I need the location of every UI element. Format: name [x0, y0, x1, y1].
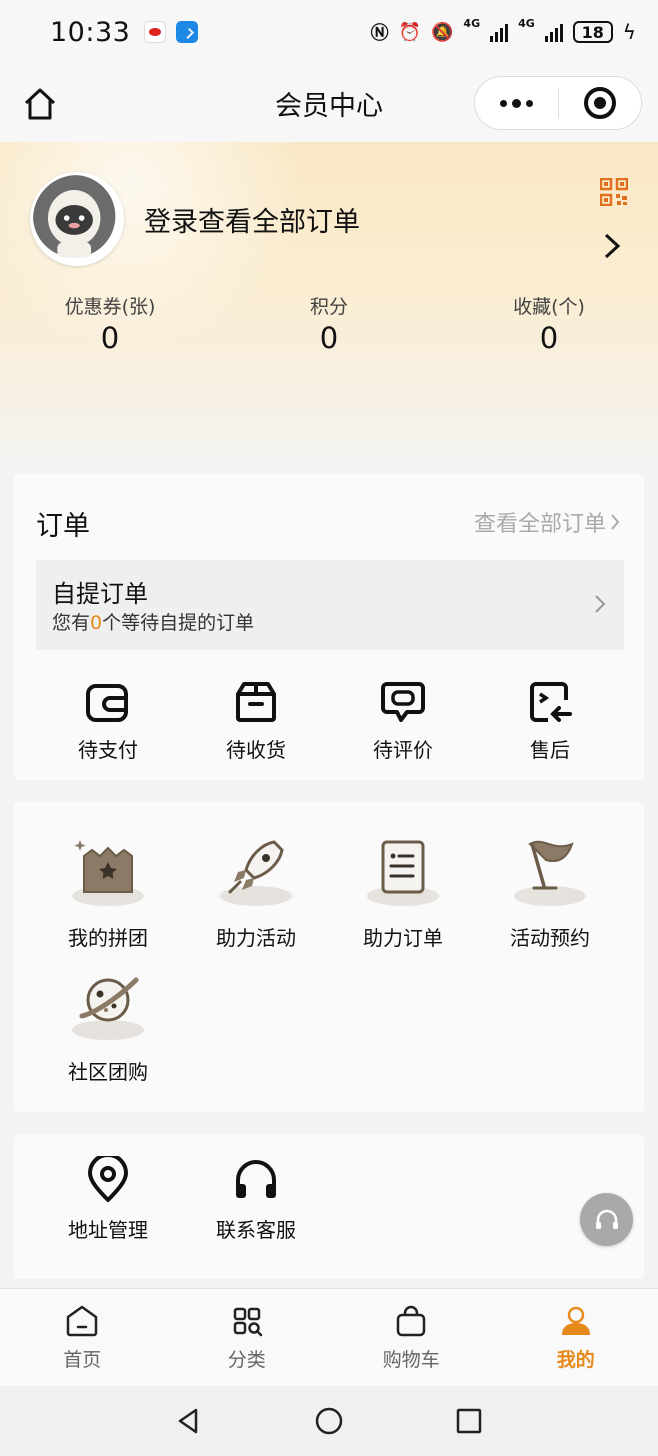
nfc-icon: Ⓝ [370, 23, 389, 44]
stat-coupons[interactable]: 优惠券(张) 0 [10, 292, 210, 355]
tab-cart[interactable]: 购物车 [329, 1289, 494, 1386]
planet-icon [72, 977, 144, 1040]
order-status-row: 待支付 待收货 待评价 售后 [14, 678, 644, 768]
huawei-app-icon [144, 21, 167, 43]
network-type-label-2: 4G [518, 17, 535, 30]
charging-icon: ϟ [622, 20, 636, 44]
rocket-icon [220, 840, 292, 906]
category-icon [233, 1307, 262, 1337]
orders-card: 订单 查看全部订单 自提订单 您有0个等待自提的订单 待支付 待收货 待评价 售… [14, 474, 644, 780]
back-icon[interactable] [174, 1406, 204, 1436]
view-all-orders-link[interactable]: 查看全部订单 [474, 506, 620, 538]
pickup-title: 自提订单 [52, 580, 148, 608]
headset-icon [236, 1160, 276, 1198]
chevron-right-icon[interactable] [602, 232, 622, 260]
page-title: 会员中心 [275, 90, 383, 122]
stat-points[interactable]: 积分 0 [229, 292, 429, 355]
stat-favorites[interactable]: 收藏(个) 0 [449, 292, 649, 355]
community-group-buy-button[interactable]: 社区团购 [38, 968, 178, 1085]
flag-icon [514, 840, 586, 906]
avatar[interactable] [30, 172, 124, 266]
signal-icon-2 [544, 22, 563, 42]
tab-mine[interactable]: 我的 [494, 1289, 658, 1386]
boost-order-button[interactable]: 助力订单 [333, 834, 473, 951]
login-prompt[interactable]: 登录查看全部订单 [144, 200, 360, 239]
pickup-count: 0 [90, 612, 103, 634]
app-notification-icon [176, 21, 199, 43]
system-nav-bar [0, 1386, 658, 1456]
home-circle-icon[interactable] [314, 1406, 344, 1436]
pickup-subtitle: 您有0个等待自提的订单 [52, 612, 255, 634]
after-sales-button[interactable]: 售后 [480, 678, 620, 763]
network-type-label: 4G [463, 17, 481, 30]
battery-indicator: 18 [572, 21, 613, 43]
wallet-icon [86, 684, 128, 722]
member-header: 登录查看全部订单 优惠券(张) 0 积分 0 收藏(个) 0 [0, 142, 658, 472]
contact-support-button[interactable]: 联系客服 [186, 1156, 326, 1243]
close-miniprogram-button[interactable] [559, 77, 642, 129]
address-management-button[interactable]: 地址管理 [38, 1156, 178, 1243]
location-icon [88, 1156, 128, 1202]
cart-icon [397, 1305, 426, 1337]
chevron-right-icon [595, 595, 606, 613]
chevron-right-icon [611, 514, 620, 530]
home-icon [67, 1305, 98, 1337]
more-menu-button[interactable] [475, 77, 558, 129]
member-center-page: 10:33 Ⓝ ⏰ 🔕 4G 4G 18 ϟ 会员中心 登录查看全部订单 优惠券… [0, 0, 658, 1456]
status-bar: 10:33 Ⓝ ⏰ 🔕 4G 4G 18 ϟ [0, 0, 658, 64]
recents-icon[interactable] [454, 1406, 484, 1436]
pending-payment-button[interactable]: 待支付 [38, 678, 178, 763]
tab-category[interactable]: 分类 [165, 1289, 330, 1386]
tab-home[interactable]: 首页 [0, 1289, 165, 1386]
box-icon [236, 682, 276, 722]
floating-support-button[interactable] [580, 1193, 633, 1246]
headset-icon [595, 1209, 618, 1229]
my-group-buy-button[interactable]: 我的拼团 [38, 834, 178, 951]
orders-title: 订单 [36, 511, 90, 542]
pending-receipt-button[interactable]: 待收货 [186, 678, 326, 763]
pending-review-button[interactable]: 待评价 [333, 678, 473, 763]
user-icon [561, 1306, 590, 1335]
mute-icon: 🔕 [431, 21, 454, 43]
miniprogram-capsule [474, 76, 642, 130]
status-time: 10:33 [50, 16, 131, 48]
pickup-orders-row[interactable]: 自提订单 您有0个等待自提的订单 [36, 560, 624, 650]
home-nav-icon[interactable] [22, 86, 58, 122]
activity-reservation-button[interactable]: 活动预约 [480, 834, 620, 951]
alarm-icon: ⏰ [398, 21, 421, 43]
group-buy-icon [72, 840, 144, 906]
qr-code-icon[interactable] [600, 178, 628, 206]
return-icon [530, 682, 572, 722]
tab-bar: 首页 分类 购物车 我的 [0, 1288, 658, 1386]
nav-bar: 会员中心 [0, 64, 658, 142]
signal-icon [490, 22, 509, 42]
boost-activity-button[interactable]: 助力活动 [186, 834, 326, 951]
features-card: 我的拼团 助力活动 助力订单 活动预约 社区团购 [14, 802, 644, 1112]
document-icon [367, 840, 439, 906]
services-card: 地址管理 联系客服 [14, 1134, 644, 1279]
comment-icon [381, 682, 425, 722]
